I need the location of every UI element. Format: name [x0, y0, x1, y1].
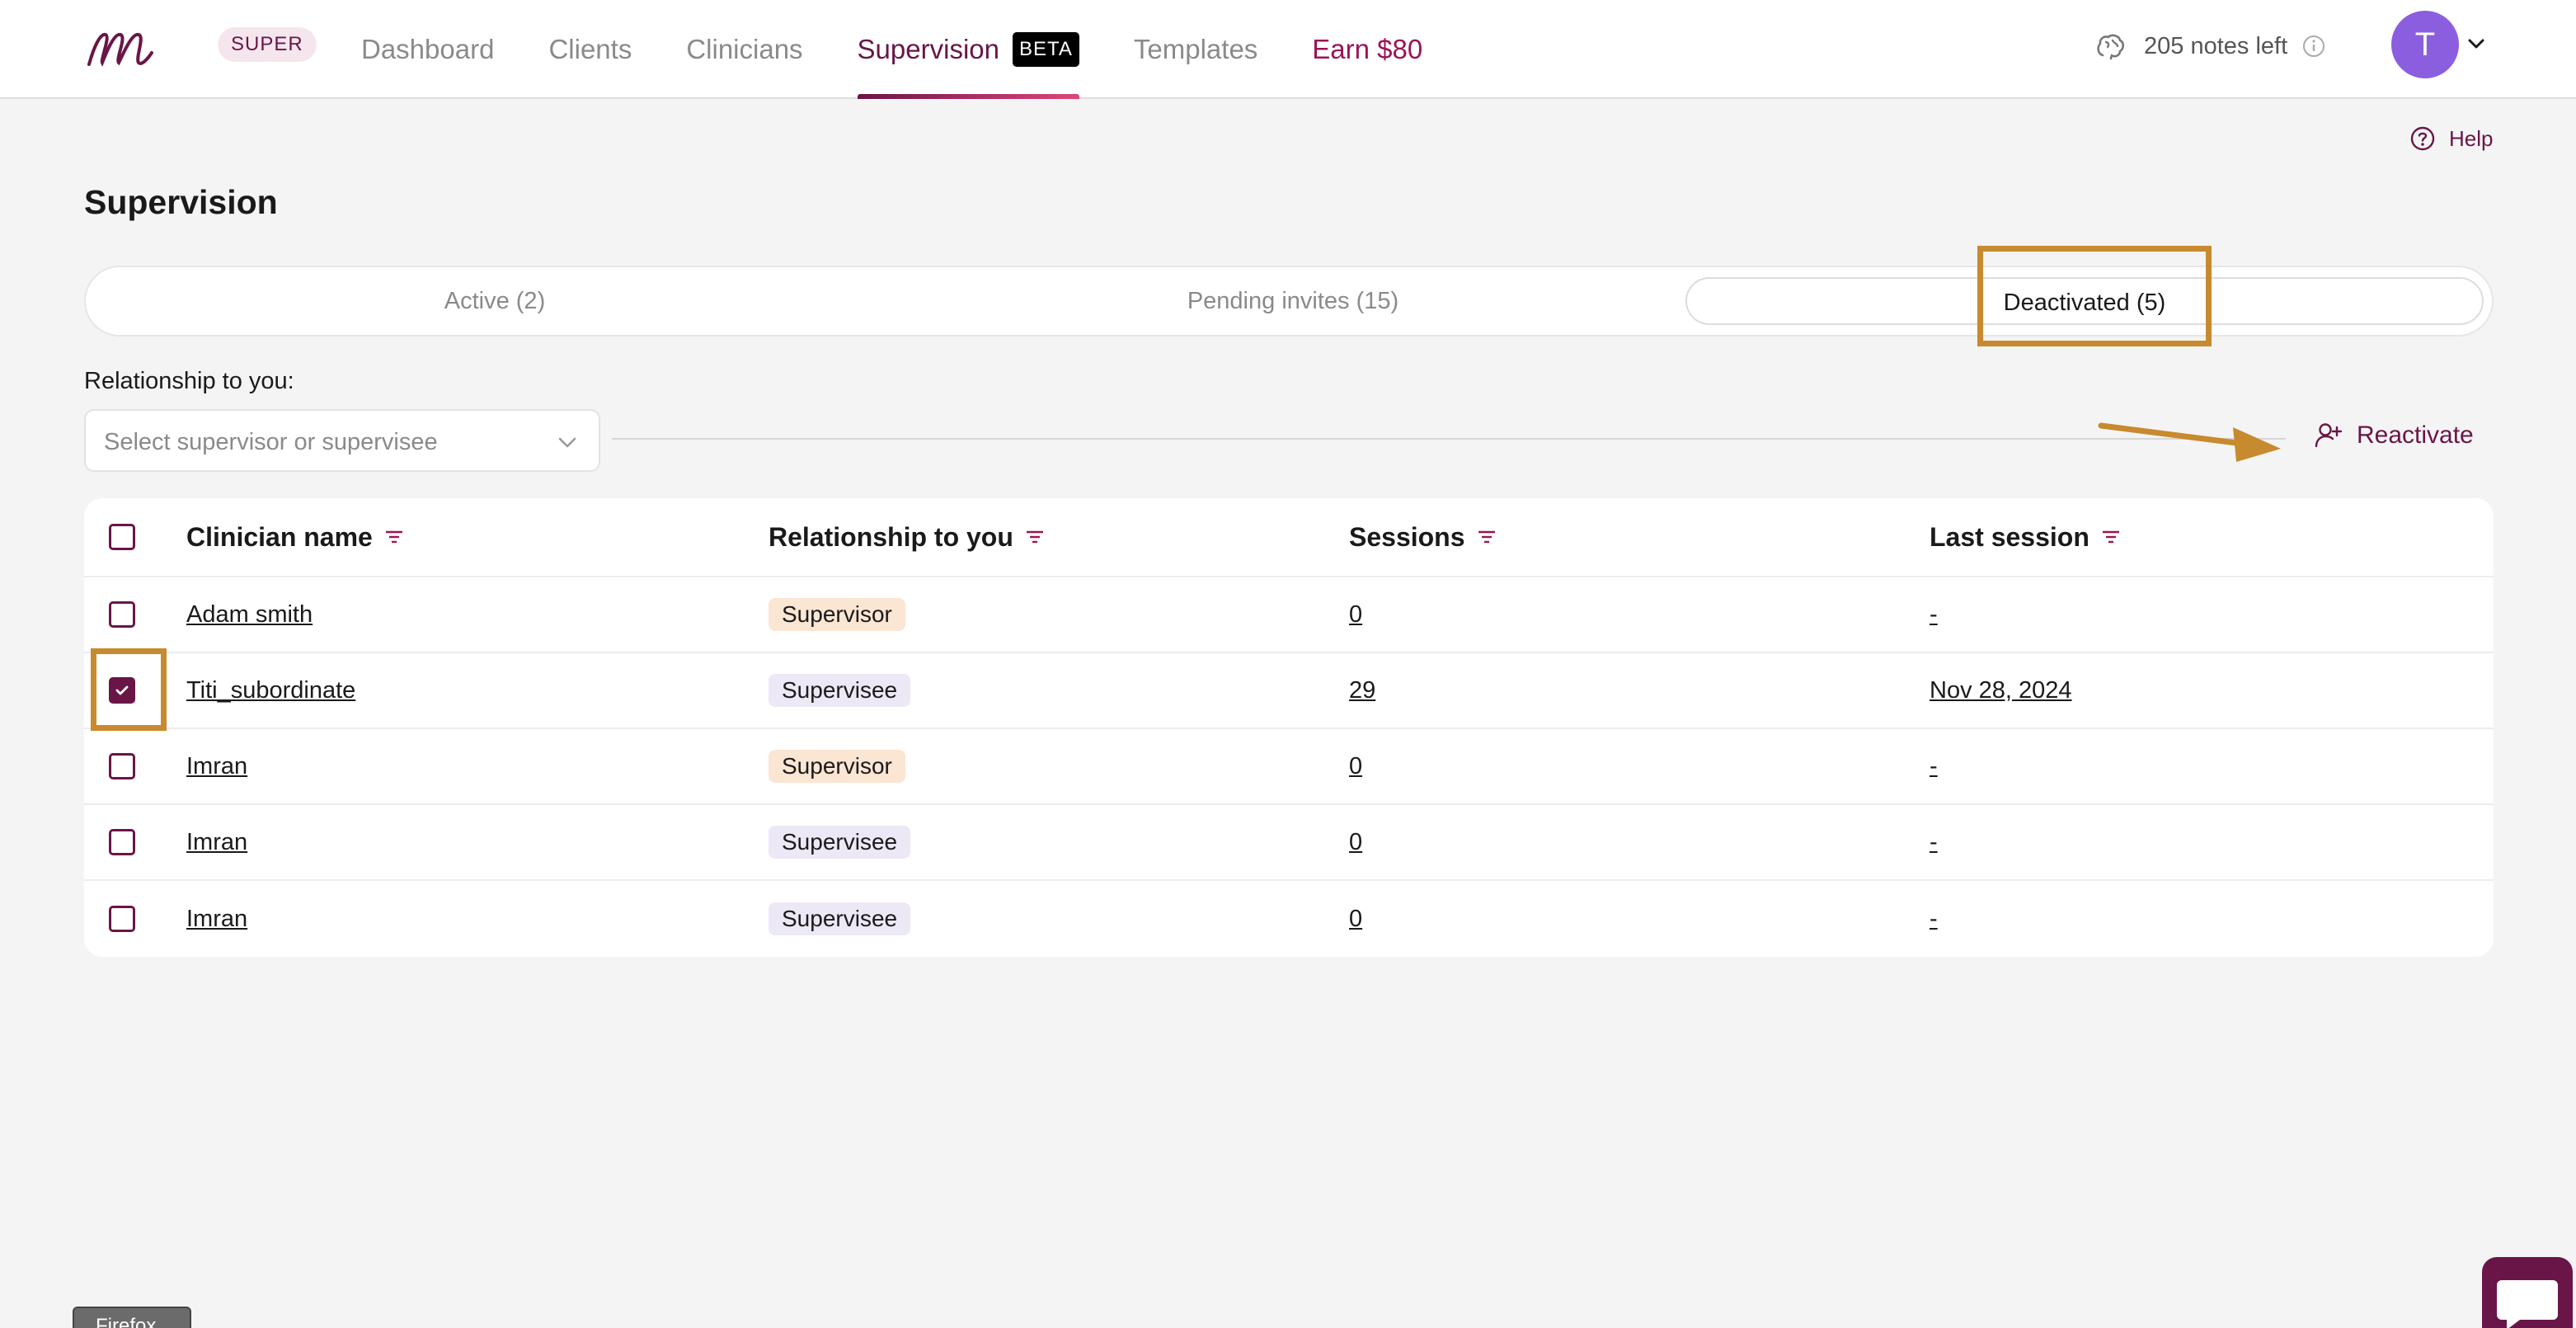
table-row: Imran Supervisee 0 -: [84, 805, 2494, 881]
column-header-clinician-name: Clinician name: [186, 521, 373, 552]
notes-counter: 205 notes left: [2094, 25, 2325, 68]
beta-badge: BETA: [1012, 32, 1079, 67]
annotation-highlight-box: [1977, 246, 2212, 346]
filter-icon[interactable]: [2099, 525, 2122, 549]
sessions-link[interactable]: 29: [1349, 677, 1375, 704]
chat-button[interactable]: [2482, 1257, 2573, 1328]
nav-earn[interactable]: Earn $80: [1312, 0, 1422, 99]
filter-icon[interactable]: [1023, 525, 1046, 549]
sessions-link[interactable]: 0: [1349, 753, 1362, 780]
annotation-arrow-icon: [2098, 422, 2281, 462]
table-row: Adam smith Supervisor 0 -: [84, 577, 2494, 653]
filter-icon[interactable]: [1475, 525, 1498, 549]
help-label: Help: [2449, 125, 2494, 151]
user-plus-icon: [2315, 423, 2343, 448]
chevron-down-icon[interactable]: [2466, 33, 2487, 54]
reactivate-button[interactable]: Reactivate: [2314, 421, 2474, 450]
sessions-link[interactable]: 0: [1349, 829, 1362, 856]
annotation-highlight-box: [91, 648, 167, 731]
nav-dashboard[interactable]: Dashboard: [361, 0, 494, 99]
tab-active[interactable]: Active (2): [96, 277, 894, 325]
top-navbar: SUPER Dashboard Clients Clinicians Super…: [0, 0, 2576, 99]
table-header: Clinician name Relationship to you Sessi…: [84, 498, 2494, 577]
logo-icon[interactable]: [84, 21, 155, 73]
nav-clients[interactable]: Clients: [548, 0, 632, 99]
clinician-name-link[interactable]: Titi_subordinate: [186, 677, 355, 704]
nav-label: Supervision: [857, 34, 999, 64]
table-row: Imran Supervisee 0 -: [84, 881, 2494, 957]
relationship-badge: Supervisor: [769, 598, 905, 631]
help-icon: [2410, 126, 2435, 151]
relationship-badge: Supervisee: [769, 902, 911, 935]
sessions-link[interactable]: 0: [1349, 906, 1362, 933]
row-checkbox[interactable]: [109, 601, 135, 628]
last-session-link[interactable]: -: [1930, 829, 1938, 856]
help-link[interactable]: Help: [2409, 125, 2493, 152]
divider: [612, 438, 2286, 440]
clinician-name-link[interactable]: Adam smith: [186, 601, 313, 629]
last-session-link[interactable]: -: [1930, 601, 1938, 629]
chat-icon: [2497, 1280, 2558, 1328]
relationship-badge: Supervisee: [769, 674, 911, 707]
reactivate-label: Reactivate: [2357, 421, 2474, 449]
relationship-select[interactable]: Select supervisor or supervisee: [84, 409, 600, 472]
main-nav: Dashboard Clients Clinicians Supervision…: [361, 0, 1477, 99]
select-placeholder: Select supervisor or supervisee: [104, 429, 438, 455]
nav-label: Clinicians: [686, 34, 803, 64]
nav-clinicians[interactable]: Clinicians: [686, 0, 802, 99]
last-session-link[interactable]: Nov 28, 2024: [1930, 677, 2072, 704]
clinician-name-link[interactable]: Imran: [186, 906, 247, 933]
last-session-link[interactable]: -: [1930, 906, 1938, 933]
row-checkbox[interactable]: [109, 906, 135, 932]
browser-tag: Firefox: [73, 1307, 191, 1328]
last-session-link[interactable]: -: [1930, 753, 1938, 780]
super-badge: SUPER: [218, 27, 317, 62]
avatar[interactable]: T: [2391, 11, 2459, 78]
info-icon[interactable]: [2302, 35, 2325, 58]
column-header-last-session: Last session: [1930, 521, 2089, 552]
nav-templates[interactable]: Templates: [1134, 0, 1257, 99]
nav-label: Clients: [548, 34, 632, 64]
nav-label: Dashboard: [361, 34, 495, 64]
page-title: Supervision: [84, 183, 278, 221]
brain-icon: [2097, 34, 2125, 60]
column-header-sessions: Sessions: [1349, 521, 1465, 552]
relationship-badge: Supervisor: [769, 750, 905, 783]
clinician-table: Clinician name Relationship to you Sessi…: [84, 498, 2494, 957]
clinician-name-link[interactable]: Imran: [186, 753, 247, 780]
nav-label: Earn $80: [1312, 34, 1423, 64]
relationship-badge: Supervisee: [769, 826, 911, 859]
select-all-checkbox[interactable]: [109, 524, 135, 550]
table-row: Titi_subordinate Supervisee 29 Nov 28, 2…: [84, 653, 2494, 729]
nav-label: Templates: [1133, 34, 1258, 64]
relationship-filter-label: Relationship to you:: [84, 368, 294, 394]
nav-supervision[interactable]: Supervision BETA: [857, 0, 1080, 99]
clinician-name-link[interactable]: Imran: [186, 829, 247, 856]
filter-icon[interactable]: [383, 525, 406, 549]
row-checkbox[interactable]: [109, 753, 135, 779]
chevron-down-icon: [558, 437, 576, 448]
column-header-relationship: Relationship to you: [769, 521, 1013, 552]
tab-pending-invites[interactable]: Pending invites (15): [894, 277, 1692, 325]
sessions-link[interactable]: 0: [1349, 601, 1362, 629]
table-row: Imran Supervisor 0 -: [84, 729, 2494, 805]
row-checkbox[interactable]: [109, 829, 135, 855]
notes-left-text: 205 notes left: [2144, 32, 2288, 59]
